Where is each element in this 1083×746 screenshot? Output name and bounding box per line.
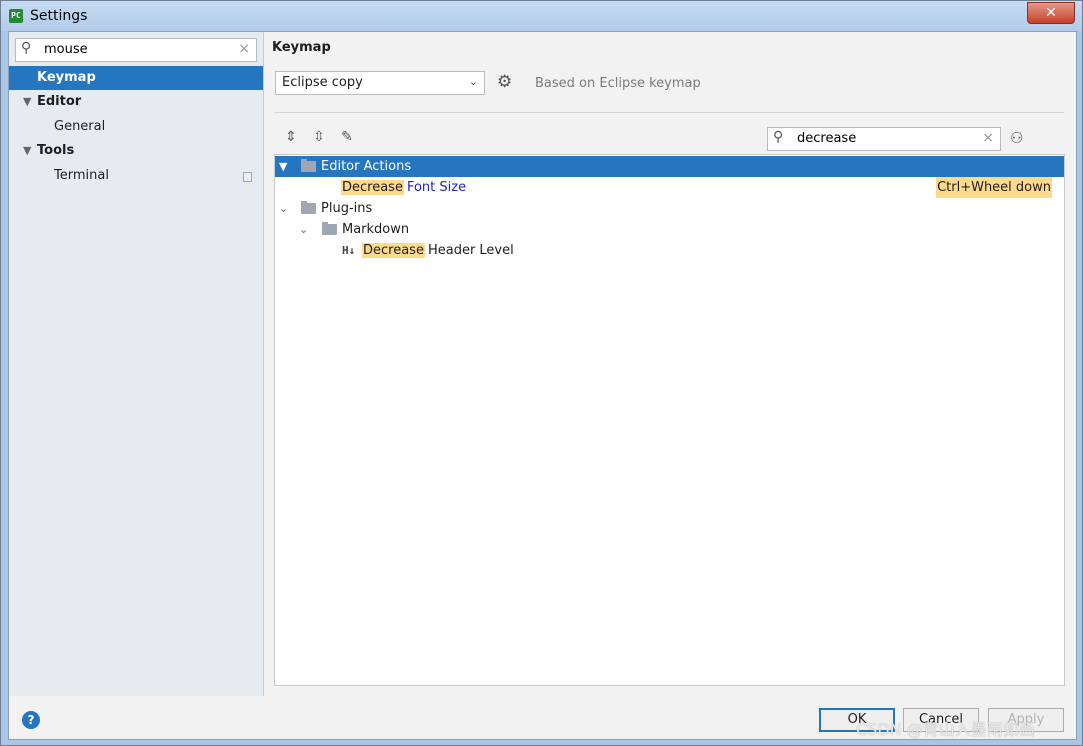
sidebar-item-label: Tools	[37, 143, 75, 158]
based-on-label: Based on Eclipse keymap	[535, 76, 701, 91]
keymap-select[interactable]: Eclipse copy ⌄	[275, 71, 485, 95]
keymap-panel: Keymap Eclipse copy ⌄ ⚙ Based on Eclipse…	[264, 32, 1076, 696]
settings-search-value: mouse	[44, 42, 88, 57]
clear-search-icon[interactable]: ×	[238, 41, 250, 57]
sidebar-item-editor[interactable]: ▼ Editor	[9, 90, 263, 114]
divider	[275, 112, 1064, 113]
tree-row-plugins[interactable]: ⌄ Plug-ins	[275, 198, 1064, 219]
sidebar-item-label: Editor	[37, 94, 82, 109]
sidebar-item-label: General	[54, 119, 106, 134]
tree-row-decrease-header-level[interactable]: H↓ Decrease Header Level	[275, 240, 1064, 261]
sidebar-item-label: Keymap	[37, 70, 96, 85]
settings-sidebar: ⚲ mouse × Keymap ▼ Editor General ▼ Tool…	[9, 32, 264, 696]
clear-search-icon[interactable]: ×	[982, 130, 994, 146]
tree-row-label: Decrease Font Size	[341, 177, 466, 198]
settings-search-input[interactable]: ⚲ mouse ×	[15, 38, 257, 62]
search-highlight: Decrease	[341, 180, 404, 195]
tree-row-label: Plug-ins	[321, 201, 373, 216]
collapse-all-icon[interactable]: ⇳	[310, 128, 328, 146]
edit-pencil-icon[interactable]: ✎	[338, 128, 356, 146]
sidebar-item-terminal[interactable]: Terminal	[9, 164, 263, 188]
chevron-down-icon[interactable]: ⌄	[299, 219, 308, 240]
chevron-down-icon[interactable]: ▼	[23, 139, 31, 163]
sidebar-item-label: Terminal	[54, 168, 109, 183]
chevron-down-icon[interactable]: ▼	[279, 156, 287, 177]
tree-row-editor-actions[interactable]: ▼ Editor Actions	[275, 156, 1064, 177]
tree-row-label: Editor Actions	[321, 159, 412, 174]
page-title: Keymap	[272, 40, 331, 55]
folder-icon	[301, 201, 316, 214]
csdn-watermark: CSDN @青山入墨雨如画	[856, 720, 1035, 739]
chevron-down-icon[interactable]: ⌄	[279, 198, 288, 219]
tree-row-label: Decrease Header Level	[362, 240, 514, 261]
chevron-down-icon[interactable]: ▼	[23, 90, 31, 114]
settings-window: PC Settings ✕ ⚲ mouse × Keymap ▼ Editor …	[0, 0, 1083, 746]
sidebar-item-tools[interactable]: ▼ Tools	[9, 139, 263, 163]
action-name: Font Size	[406, 180, 467, 195]
keymap-tree: ▼ Editor Actions Decrease Font Size Ctrl+…	[274, 154, 1065, 686]
keymap-search-input[interactable]: ⚲ decrease ×	[767, 127, 1001, 151]
window-title: Settings	[30, 8, 88, 24]
dialog-body: ⚲ mouse × Keymap ▼ Editor General ▼ Tool…	[8, 31, 1077, 740]
title-bar[interactable]: PC Settings ✕	[1, 1, 1082, 31]
pycharm-app-icon: PC	[9, 9, 23, 23]
keymap-search-value: decrease	[797, 131, 857, 146]
sidebar-item-general[interactable]: General	[9, 115, 263, 139]
search-icon: ⚲	[21, 40, 32, 56]
chevron-down-icon: ⌄	[468, 75, 478, 88]
project-settings-icon	[243, 172, 252, 182]
keymap-select-value: Eclipse copy	[282, 75, 363, 90]
folder-icon	[322, 222, 337, 235]
tree-row-markdown[interactable]: ⌄ Markdown	[275, 219, 1064, 240]
close-window-button[interactable]: ✕	[1027, 2, 1075, 24]
expand-all-icon[interactable]: ⇕	[282, 128, 300, 146]
tree-row-label: Markdown	[342, 222, 410, 237]
search-highlight: Decrease	[362, 243, 425, 258]
tree-row-decrease-font-size[interactable]: Decrease Font Size Ctrl+Wheel down	[275, 177, 1064, 198]
folder-icon	[301, 159, 316, 172]
help-icon[interactable]: ?	[22, 711, 40, 729]
find-by-shortcut-icon[interactable]: ⚇	[1010, 129, 1023, 147]
gear-icon[interactable]: ⚙	[497, 72, 512, 92]
header-level-icon: H↓	[342, 244, 356, 257]
shortcut-badge: Ctrl+Wheel down	[936, 177, 1052, 198]
sidebar-item-keymap[interactable]: Keymap	[9, 66, 263, 90]
search-icon: ⚲	[773, 129, 784, 145]
action-name: Header Level	[427, 243, 514, 258]
